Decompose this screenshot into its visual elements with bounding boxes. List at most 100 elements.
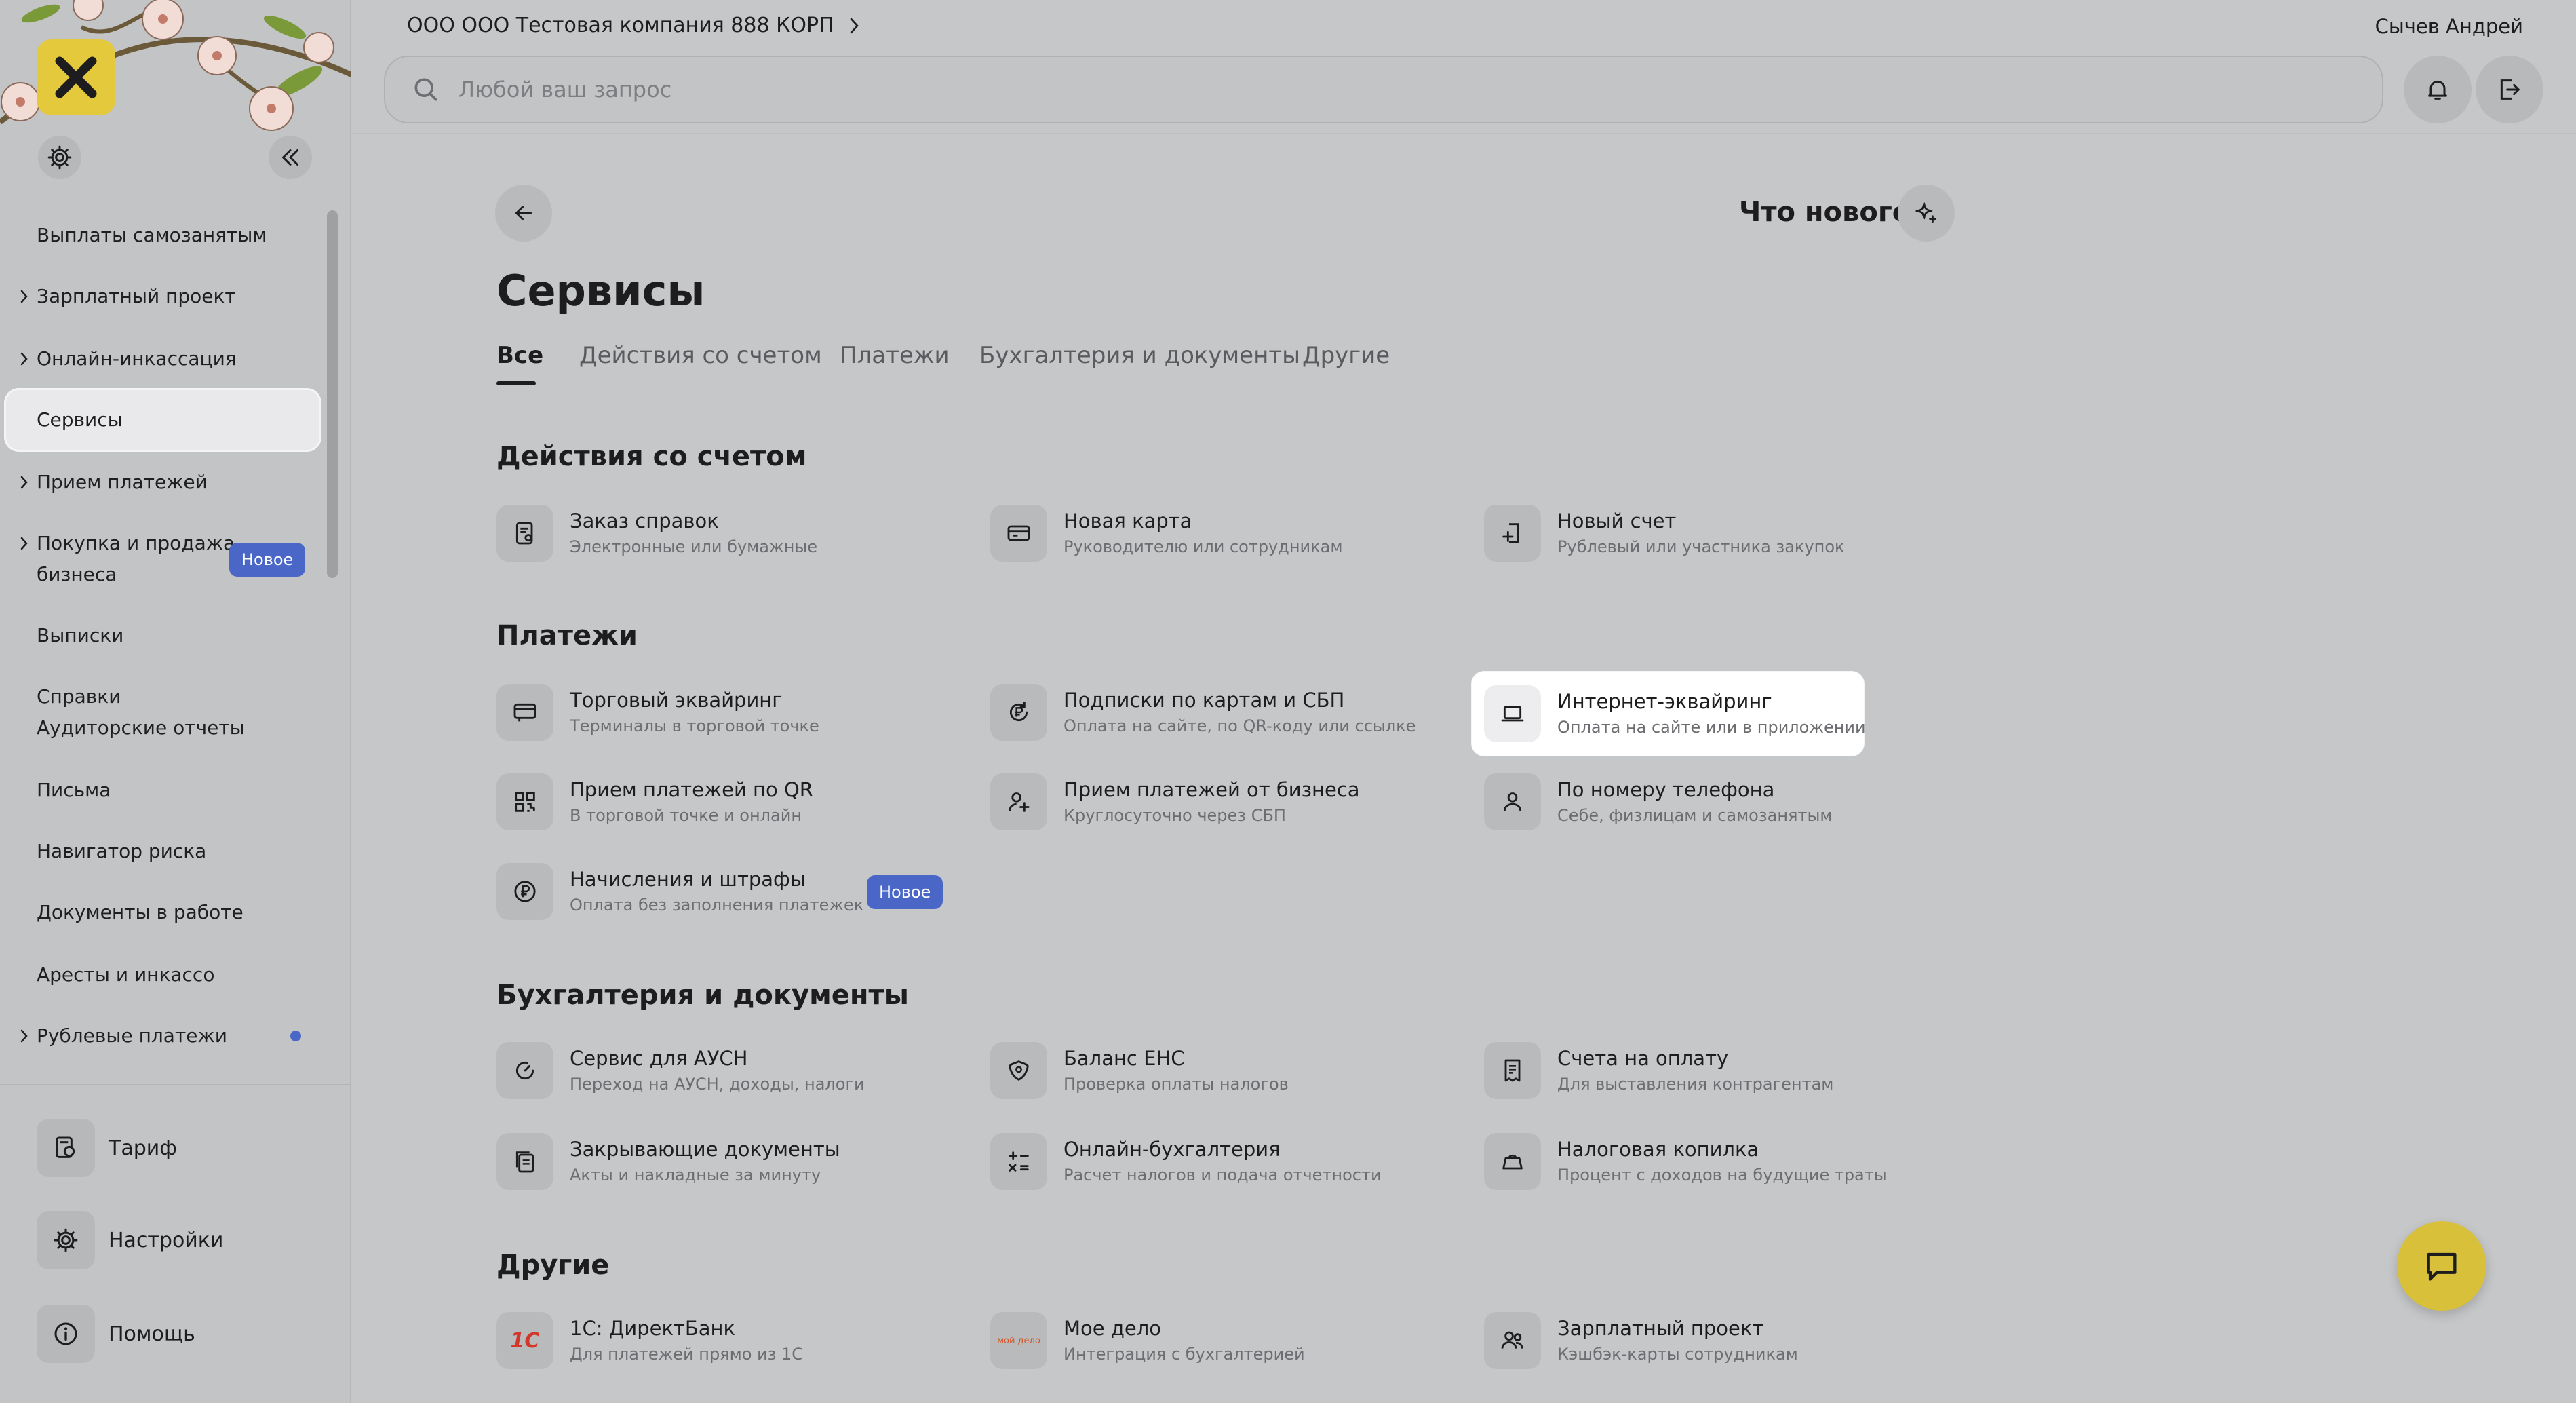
sidebar-item-label: Зарплатный проект	[37, 285, 236, 307]
pie-refresh-icon	[515, 1061, 534, 1080]
gear-icon	[47, 145, 72, 170]
service-salary-project[interactable]: Зарплатный проект Кэшбэк-карты сотрудника…	[1484, 1305, 1864, 1376]
sidebar-item-salary-project[interactable]: Зарплатный проект	[4, 281, 321, 312]
section-title-payments: Платежи	[496, 620, 638, 651]
sidebar-item-letters[interactable]: Письма	[4, 775, 321, 806]
info-icon	[54, 1322, 77, 1345]
service-title: Счета на оплату	[1557, 1047, 1729, 1070]
sidebar-item-arrests[interactable]: Аресты и инкассо	[4, 959, 321, 991]
section-title-account: Действия со счетом	[496, 441, 807, 472]
company-switcher[interactable]: ООО ООО Тестовая компания 888 КОРП	[407, 14, 860, 37]
sidebar-item-label-line1: Справки	[37, 685, 121, 708]
chat-button[interactable]	[2397, 1221, 2486, 1311]
service-subtitle: Оплата на сайте или в приложении	[1557, 718, 1866, 737]
whats-new-label[interactable]: Что нового	[1739, 197, 1911, 228]
header-divider	[351, 133, 2576, 134]
service-subtitle: Для платежей прямо из 1С	[570, 1345, 804, 1364]
service-internet-acquiring[interactable]: Интернет-эквайринг Оплата на сайте или в …	[1472, 672, 1866, 756]
logout-button[interactable]	[2476, 56, 2543, 123]
sidebar-item-business-trade[interactable]: Покупка и продажа бизнеса Новое	[4, 528, 321, 592]
service-title: Онлайн-бухгалтерия	[1063, 1138, 1281, 1161]
unread-dot	[290, 1031, 301, 1041]
service-title: Баланс ЕНС	[1063, 1047, 1185, 1070]
service-closing-documents[interactable]: Закрывающие документы Акты и накладные за…	[496, 1126, 876, 1197]
bank-logo[interactable]	[37, 39, 115, 115]
back-button[interactable]	[495, 185, 552, 242]
sidebar-item-label: Выплаты самозанятым	[37, 224, 267, 246]
sidebar-item-ruble-payments[interactable]: Рублевые платежи	[4, 1020, 321, 1052]
tab-other[interactable]: Другие	[1302, 342, 1390, 369]
sidebar-item-payment-acceptance[interactable]: Прием платежей	[4, 467, 321, 498]
service-subtitle: Оплата на сайте, по QR-коду или ссылке	[1063, 716, 1416, 735]
section-title-other: Другие	[496, 1250, 610, 1281]
sidebar-item-services[interactable]: Сервисы	[4, 388, 321, 452]
tab-account-actions[interactable]: Действия со счетом	[579, 342, 822, 369]
chevron-right-icon	[18, 528, 31, 559]
notifications-button[interactable]	[2404, 56, 2472, 123]
sidebar-item-documents-in-progress[interactable]: Документы в работе	[4, 897, 321, 928]
calculator-signs-icon	[1009, 1151, 1029, 1172]
service-business-payments[interactable]: Прием платежей от бизнеса Круглосуточно ч…	[990, 767, 1370, 837]
sidebar-item-certificates[interactable]: Справки Аудиторские отчеты	[4, 681, 321, 744]
service-subtitle: Кэшбэк-карты сотрудникам	[1557, 1345, 1798, 1364]
service-subtitle: Электронные или бумажные	[570, 537, 817, 556]
service-ausn[interactable]: Сервис для АУСН Переход на АУСН, доходы, …	[496, 1035, 876, 1106]
service-qr-payments[interactable]: Прием платежей по QR В торговой точке и о…	[496, 767, 876, 837]
service-order-certificates[interactable]: Заказ справок Электронные или бумажные	[496, 498, 876, 569]
service-title: Мое дело	[1063, 1317, 1161, 1340]
user-name[interactable]: Сычев Андрей	[2375, 15, 2523, 38]
service-phone-transfer[interactable]: По номеру телефона Себе, физлицам и самоз…	[1484, 767, 1864, 837]
tab-accounting[interactable]: Бухгалтерия и документы	[979, 342, 1300, 369]
service-subscriptions[interactable]: Подписки по картам и СБП Оплата на сайте,…	[990, 677, 1416, 748]
invoice-icon	[1504, 1059, 1521, 1082]
service-title: Заказ справок	[570, 510, 719, 533]
service-new-card[interactable]: Новая карта Руководителю или сотрудникам	[990, 498, 1370, 569]
service-online-accounting[interactable]: Онлайн-бухгалтерия Расчет налогов и подач…	[990, 1126, 1382, 1197]
chevron-right-icon	[18, 343, 31, 374]
service-invoices[interactable]: Счета на оплату Для выставления контраген…	[1484, 1035, 1864, 1106]
service-subtitle: Процент с доходов на будущие траты	[1557, 1166, 1887, 1185]
sidebar-item-risk-navigator[interactable]: Навигатор риска	[4, 836, 321, 867]
service-title: Сервис для АУСН	[570, 1047, 748, 1070]
service-title: Торговый эквайринг	[570, 689, 783, 712]
sidebar-item-label: Рублевые платежи	[37, 1024, 227, 1047]
service-subtitle: Расчет налогов и подача отчетности	[1063, 1166, 1382, 1185]
company-settings-button[interactable]	[38, 136, 81, 179]
service-title: Прием платежей от бизнеса	[1063, 778, 1360, 801]
service-moe-delo[interactable]: мой дело Мое дело Интеграция с бухгалтери…	[990, 1305, 1370, 1376]
service-title: Начисления и штрафы	[570, 868, 806, 891]
collapse-sidebar-button[interactable]	[269, 136, 312, 179]
service-title: Новая карта	[1063, 510, 1192, 533]
tab-payments[interactable]: Платежи	[840, 342, 950, 369]
sidebar: Выплаты самозанятым Зарплатный проект Он…	[0, 0, 351, 1403]
new-badge: Новое	[229, 543, 306, 577]
sidebar-item-selfemployed-payouts[interactable]: Выплаты самозанятым	[4, 220, 321, 251]
search-icon	[414, 78, 437, 101]
service-title: 1С: ДиректБанк	[570, 1317, 735, 1340]
service-subtitle: Для выставления контрагентам	[1557, 1075, 1834, 1094]
user-arrow-icon	[1503, 792, 1522, 811]
tab-all[interactable]: Все	[496, 342, 543, 369]
service-1c-directbank[interactable]: 1С 1С: ДиректБанк Для платежей прямо из 1…	[496, 1305, 876, 1376]
service-trade-acquiring[interactable]: Торговый эквайринг Терминалы в торговой т…	[496, 677, 876, 748]
sidebar-nav: Выплаты самозанятым Зарплатный проект Он…	[0, 204, 326, 1079]
service-ens-balance[interactable]: Баланс ЕНС Проверка оплаты налогов	[990, 1035, 1370, 1106]
sidebar-settings[interactable]: Настройки	[37, 1208, 321, 1273]
sidebar-scrollbar[interactable]	[327, 210, 338, 578]
page-title: Сервисы	[496, 266, 705, 315]
service-subtitle: Интеграция с бухгалтерией	[1063, 1345, 1305, 1364]
service-tax-piggybank[interactable]: Налоговая копилка Процент с доходов на бу…	[1484, 1126, 1887, 1197]
sidebar-tariff[interactable]: Тариф	[37, 1115, 321, 1180]
sidebar-item-statements[interactable]: Выписки	[4, 620, 321, 651]
service-new-account[interactable]: Новый счет Рублевый или участника закупок	[1484, 498, 1864, 569]
sidebar-item-online-collection[interactable]: Онлайн-инкассация	[4, 343, 321, 374]
service-subtitle: Руководителю или сотрудникам	[1063, 537, 1343, 556]
search-input[interactable]: Любой ваш запрос	[384, 56, 2383, 123]
sidebar-help[interactable]: Помощь	[37, 1301, 321, 1366]
chat-bubble-icon	[2427, 1252, 2457, 1281]
service-charges-fines[interactable]: Начисления и штрафы Оплата без заполнения…	[496, 856, 944, 927]
service-subtitle: Проверка оплаты налогов	[1063, 1075, 1289, 1094]
service-subtitle: В торговой точке и онлайн	[570, 806, 802, 825]
whats-new-button[interactable]	[1898, 185, 1955, 242]
logout-icon	[2500, 79, 2520, 100]
